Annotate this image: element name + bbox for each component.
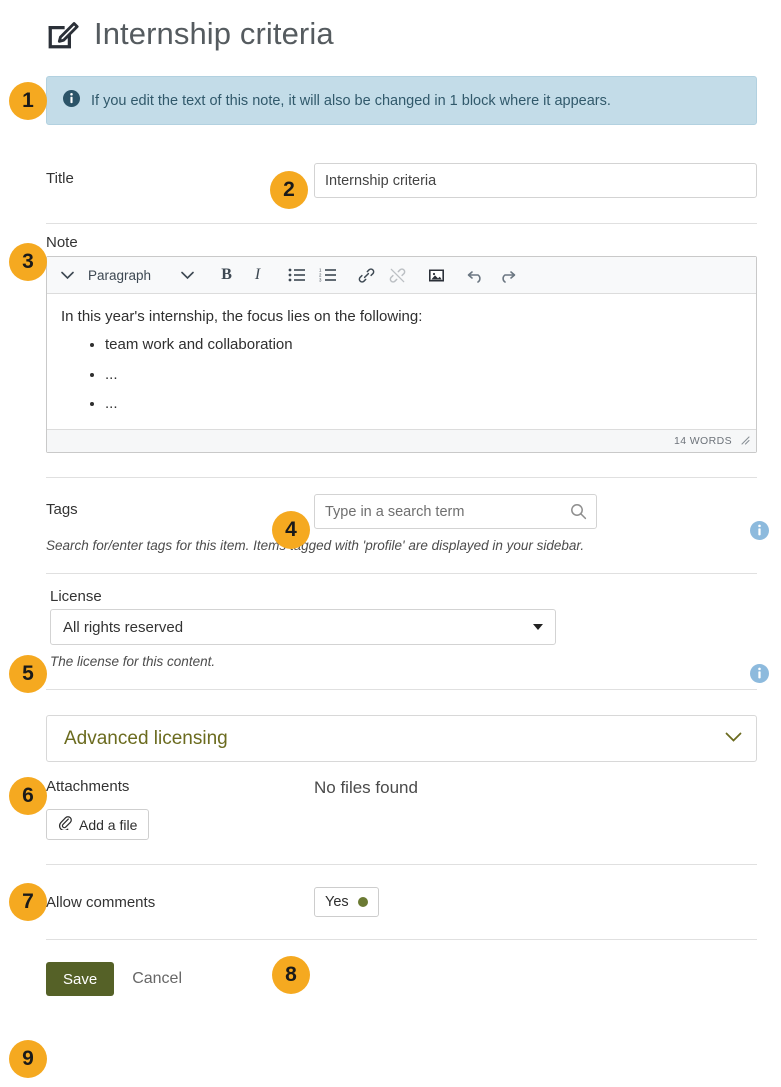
annotation-badge-1: 1	[9, 82, 47, 120]
italic-icon[interactable]: I	[243, 261, 272, 290]
list-item: team work and collaboration	[105, 334, 742, 356]
select-arrow-icon	[533, 624, 543, 630]
tags-search-input[interactable]	[314, 494, 597, 529]
annotation-badge-3: 3	[9, 243, 47, 281]
redo-icon[interactable]	[492, 261, 521, 290]
list-item: ...	[105, 393, 742, 415]
license-select[interactable]: All rights reserved	[50, 609, 556, 645]
divider	[46, 477, 757, 478]
add-file-row: Add a file	[0, 798, 781, 840]
info-circle-icon	[63, 90, 80, 111]
resize-grip-icon[interactable]	[739, 434, 750, 448]
annotation-badge-9: 9	[9, 1040, 47, 1078]
undo-icon[interactable]	[461, 261, 490, 290]
license-info-icon[interactable]	[750, 664, 769, 683]
divider	[46, 689, 757, 690]
tags-label: Tags	[46, 494, 314, 518]
annotation-badge-7: 7	[9, 883, 47, 921]
divider	[46, 939, 757, 940]
allow-comments-label: Allow comments	[46, 894, 314, 911]
form-actions: Save Cancel	[0, 962, 781, 996]
tags-row: Tags	[0, 494, 781, 529]
add-file-label: Add a file	[79, 817, 137, 833]
add-file-button[interactable]: Add a file	[46, 809, 149, 840]
title-input[interactable]	[314, 163, 757, 198]
save-button[interactable]: Save	[46, 962, 114, 996]
attachments-empty-text: No files found	[314, 778, 418, 798]
chevron-down-icon	[181, 268, 194, 283]
annotation-badge-4: 4	[272, 511, 310, 549]
editor-paragraph: In this year's internship, the focus lie…	[61, 306, 742, 328]
editor-toolbar: Paragraph B I	[47, 257, 756, 294]
attachments-row: Attachments No files found	[0, 778, 781, 798]
title-row: Title	[0, 163, 781, 198]
style-select-label: Paragraph	[88, 268, 151, 283]
list-item: ...	[105, 364, 742, 386]
paragraph-style-select[interactable]: Paragraph	[84, 261, 202, 290]
cancel-button[interactable]: Cancel	[132, 970, 182, 988]
license-selected-value: All rights reserved	[63, 619, 183, 636]
chevron-down-icon	[725, 730, 742, 748]
link-icon[interactable]	[352, 261, 381, 290]
edit-note-icon	[46, 17, 80, 51]
paperclip-icon	[58, 816, 72, 833]
info-banner: If you edit the text of this note, it wi…	[46, 76, 757, 125]
divider	[46, 573, 757, 574]
search-icon[interactable]	[570, 503, 587, 525]
banner-row: If you edit the text of this note, it wi…	[0, 60, 781, 125]
page-title: Internship criteria	[94, 16, 334, 52]
license-block: License All rights reserved	[0, 588, 580, 645]
allow-comments-value: Yes	[325, 894, 349, 910]
word-count: 14 WORDS	[674, 435, 732, 447]
allow-comments-toggle[interactable]: Yes	[314, 887, 379, 917]
rich-text-editor: Paragraph B I	[46, 256, 757, 453]
advanced-licensing-accordion[interactable]: Advanced licensing	[46, 715, 757, 762]
banner-message: If you edit the text of this note, it wi…	[91, 93, 611, 109]
tags-info-icon[interactable]	[750, 521, 769, 540]
numbered-list-icon[interactable]: 1 2 3	[313, 261, 342, 290]
note-label: Note	[0, 224, 781, 256]
tags-help-text: Search for/enter tags for this item. Ite…	[0, 529, 781, 553]
advanced-licensing-title: Advanced licensing	[64, 728, 228, 750]
divider	[46, 864, 757, 865]
image-icon[interactable]	[422, 261, 451, 290]
annotation-badge-8: 8	[272, 956, 310, 994]
note-edit-page: Internship criteria 1 If you edit the te…	[0, 0, 781, 1087]
annotation-badge-5: 5	[9, 655, 47, 693]
bold-icon[interactable]: B	[212, 261, 241, 290]
svg-text:3: 3	[319, 278, 322, 282]
annotation-badge-6: 6	[9, 777, 47, 815]
license-label: License	[50, 588, 556, 605]
annotation-badge-2: 2	[270, 171, 308, 209]
editor-bullet-list: team work and collaboration ... ...	[61, 334, 742, 415]
attachments-label: Attachments	[46, 778, 314, 795]
page-header: Internship criteria	[0, 0, 781, 60]
toggle-dot-icon	[358, 897, 368, 907]
advanced-licensing-wrap: Advanced licensing	[0, 715, 781, 762]
note-editor-wrap: Paragraph B I	[0, 256, 781, 453]
editor-content[interactable]: In this year's internship, the focus lie…	[47, 294, 756, 429]
allow-comments-row: Allow comments Yes	[0, 887, 781, 917]
editor-status-bar: 14 WORDS	[47, 429, 756, 452]
unlink-icon	[383, 261, 412, 290]
chevron-down-icon[interactable]	[53, 261, 82, 290]
bullet-list-icon[interactable]	[282, 261, 311, 290]
license-help-text: The license for this content.	[0, 645, 781, 669]
